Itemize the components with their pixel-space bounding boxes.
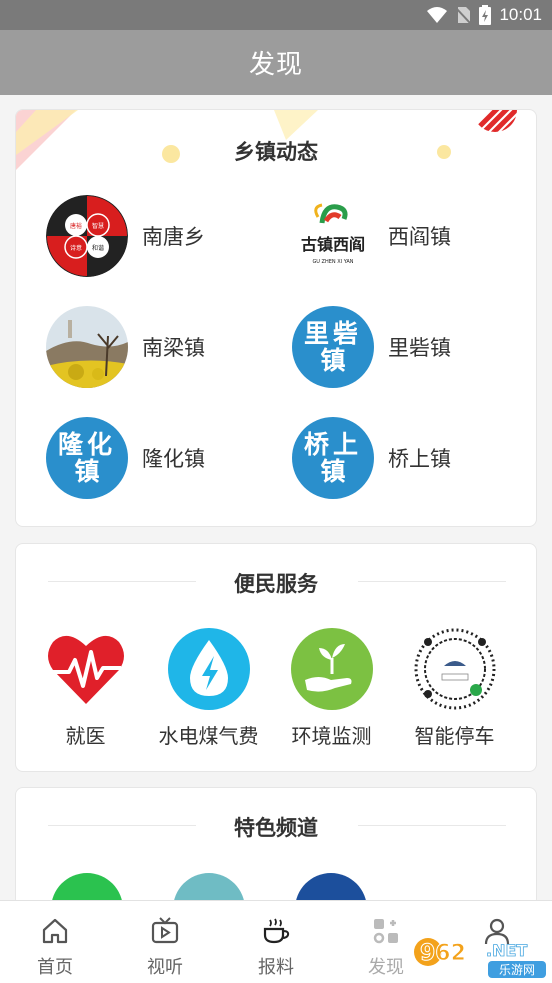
service-label: 就医 (65, 724, 106, 748)
town-name: 里砦镇 (388, 336, 451, 360)
town-item-lizhai[interactable]: 里砦 镇 里砦镇 (292, 306, 451, 388)
watermark-sub: 乐游网 (499, 963, 535, 977)
town-name: 南梁镇 (142, 336, 205, 360)
watermark-suffix: .NET (486, 941, 527, 960)
service-label: 智能停车 (414, 724, 495, 748)
tv-icon (151, 917, 179, 944)
qiaoshang-badge-icon: 桥上 镇 (292, 417, 374, 499)
tab-media[interactable]: 视听 (110, 901, 220, 983)
tab-label: 视听 (147, 957, 183, 978)
hand-sprout-icon (290, 628, 373, 710)
town-item-longhua[interactable]: 隆化 镇 隆化镇 (46, 417, 205, 499)
coffee-icon (263, 918, 290, 944)
qr-code-icon (414, 628, 496, 710)
badge-line-1: 隆化 (57, 429, 116, 459)
service-medical[interactable]: 就医 (24, 628, 147, 749)
service-label: 水电煤气费 (158, 724, 259, 748)
towns-section: 乡镇动态 唐裕 智慧 诗意 和谐 南唐乡 古镇西阎 GU ZHEN XI YAN… (15, 109, 537, 527)
nantang-logo-cell-2: 智慧 (92, 222, 104, 230)
town-name: 西阎镇 (388, 225, 451, 249)
services-title: 便民服务 (234, 572, 318, 596)
app-header: 发现 (0, 30, 552, 95)
service-parking[interactable]: 智能停车 (393, 628, 516, 749)
discover-icon (373, 919, 398, 944)
service-label: 环境监测 (291, 724, 372, 748)
nantang-logo-cell-1: 唐裕 (70, 222, 82, 230)
town-name: 隆化镇 (142, 447, 205, 471)
nantang-logo-icon: 唐裕 智慧 诗意 和谐 (46, 195, 128, 277)
heart-pulse-icon (45, 628, 127, 710)
tab-label: 发现 (368, 957, 404, 978)
no-sim-icon (455, 7, 472, 24)
watermark-logo: 962 .NET 乐游网 (410, 930, 550, 980)
home-icon (42, 918, 68, 944)
nantang-logo-cell-4: 和谐 (92, 244, 104, 252)
nantang-logo-cell-3: 诗意 (70, 244, 82, 252)
badge-line-1: 桥上 (303, 429, 362, 459)
special-section: 特色频道 (15, 787, 537, 907)
xiyan-logo-text: 古镇西阎 (301, 235, 365, 254)
page-title: 发现 (248, 50, 303, 80)
town-name: 南唐乡 (142, 225, 205, 249)
special-title: 特色频道 (234, 816, 318, 840)
badge-line-2: 镇 (74, 457, 100, 486)
status-time: 10:01 (499, 5, 542, 24)
town-name: 桥上镇 (388, 447, 451, 471)
nanliang-photo-icon (46, 306, 128, 388)
xiyan-logo-icon: 古镇西阎 GU ZHEN XI YAN (292, 195, 374, 277)
service-utilities[interactable]: 水电煤气费 (147, 628, 270, 749)
longhua-badge-icon: 隆化 镇 (46, 417, 128, 499)
tab-label: 报料 (258, 957, 294, 978)
badge-line-2: 镇 (320, 346, 346, 375)
services-section: 便民服务 就医 水电煤气费 环境监测 智能停车 (15, 543, 537, 772)
watermark-number: 962 (420, 941, 466, 966)
service-environment[interactable]: 环境监测 (270, 628, 393, 749)
tab-report[interactable]: 报料 (221, 901, 331, 983)
lizhai-badge-icon: 里砦 镇 (292, 306, 374, 388)
water-energy-icon (167, 628, 250, 710)
towns-title: 乡镇动态 (234, 140, 318, 164)
town-item-xiyan[interactable]: 古镇西阎 GU ZHEN XI YAN 西阎镇 (292, 195, 451, 277)
status-icons: 10:01 (427, 4, 542, 26)
wifi-icon (427, 7, 448, 23)
status-bar: 10:01 (0, 0, 552, 30)
town-item-nantang[interactable]: 唐裕 智慧 诗意 和谐 南唐乡 (46, 195, 205, 277)
tab-label: 首页 (37, 957, 73, 978)
tab-home[interactable]: 首页 (0, 901, 110, 983)
battery-charging-icon (479, 5, 492, 25)
xiyan-logo-subtext: GU ZHEN XI YAN (312, 259, 353, 265)
town-item-qiaoshang[interactable]: 桥上 镇 桥上镇 (292, 417, 451, 499)
badge-line-2: 镇 (320, 457, 346, 486)
town-item-nanliang[interactable]: 南梁镇 (46, 306, 205, 388)
badge-line-1: 里砦 (303, 318, 362, 348)
